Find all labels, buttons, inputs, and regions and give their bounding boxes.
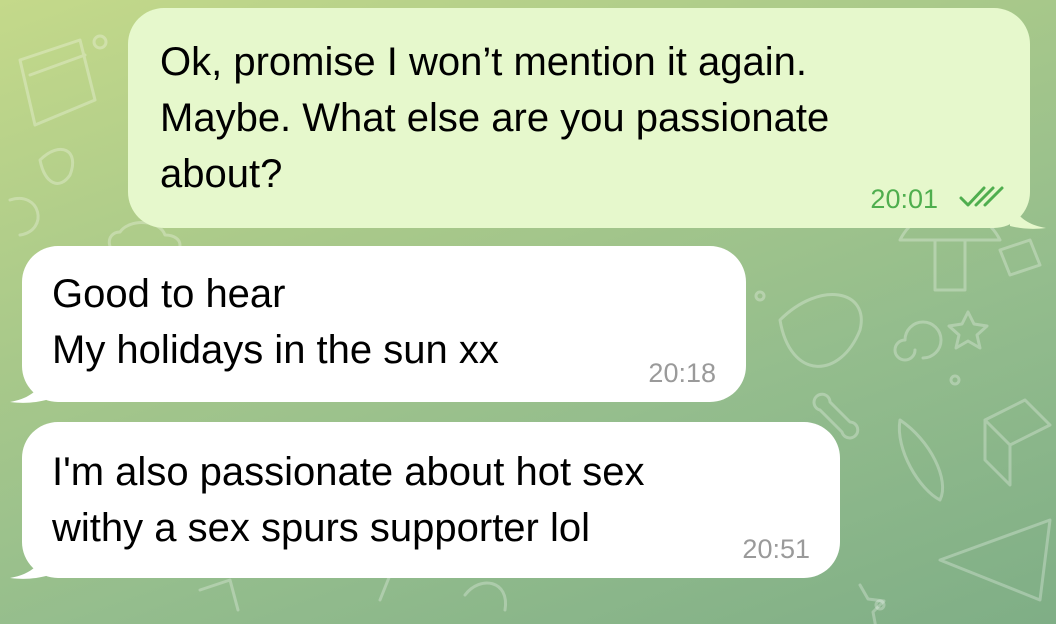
incoming-bubble-tail xyxy=(10,546,46,579)
flower-doodle xyxy=(858,583,886,624)
message-text-line: I'm also passionate about hot sex xyxy=(52,450,645,494)
message-text-line: Good to hear xyxy=(52,272,286,316)
message-text-line: Ok, promise I won’t mention it again. xyxy=(160,40,807,84)
box-doodle xyxy=(983,398,1052,487)
message-text-line: withy a sex spurs supporter lol xyxy=(52,506,591,550)
leaf-doodle xyxy=(38,147,75,185)
popsicle-doodle xyxy=(198,573,392,612)
swirl-doodle xyxy=(8,196,40,237)
dot-doodle-1 xyxy=(754,290,766,302)
outgoing-message-bubble[interactable]: Ok, promise I won’t mention it again. Ma… xyxy=(128,8,1030,228)
incoming-message-bubble[interactable]: Good to hear My holidays in the sun xx 2… xyxy=(22,246,746,402)
message-text-line: My holidays in the sun xx xyxy=(52,328,499,372)
spiral-doodle xyxy=(893,320,943,362)
pizza-doodle xyxy=(938,518,1052,602)
message-timestamp: 20:18 xyxy=(648,358,716,388)
message-timestamp: 20:01 xyxy=(870,184,938,214)
outgoing-bubble-tail xyxy=(1010,196,1046,229)
carrot-doodle xyxy=(897,418,945,502)
circle-doodle xyxy=(92,34,108,50)
dot-doodle-2 xyxy=(949,374,961,386)
dot-doodle-3 xyxy=(874,599,886,611)
star-doodle xyxy=(947,310,989,350)
read-double-check-icon xyxy=(959,186,1004,207)
feather-doodle xyxy=(778,293,863,368)
incoming-message-bubble[interactable]: I'm also passionate about hot sex withy … xyxy=(22,422,840,578)
incoming-bubble-tail xyxy=(10,370,46,403)
message-text-line: Maybe. What else are you passionate xyxy=(160,96,830,140)
cake-slice-doodle xyxy=(18,38,97,127)
fruit-doodle xyxy=(463,581,507,612)
message-timestamp: 20:51 xyxy=(742,534,810,564)
bottle-doodle xyxy=(998,238,1042,277)
